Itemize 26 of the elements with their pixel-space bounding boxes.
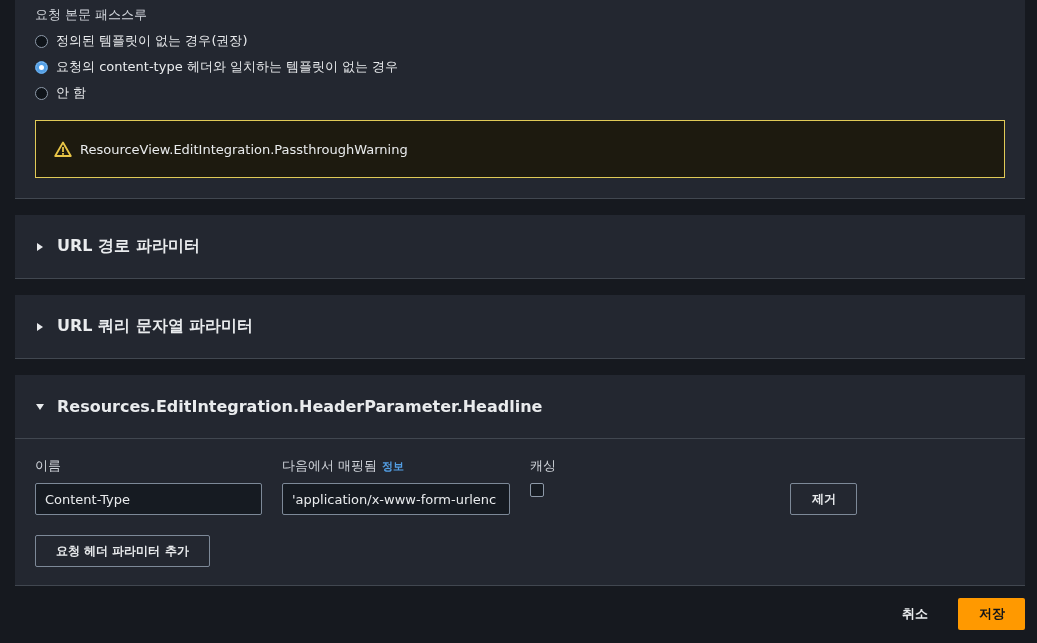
radio-button[interactable] (35, 86, 48, 100)
caching-checkbox[interactable] (530, 483, 544, 497)
mapped-from-column-label: 다음에서 매핑됨 (282, 457, 378, 475)
mapped-from-input[interactable]: 'application/x-www-form-urlenc (282, 483, 510, 515)
caret-icon (35, 321, 45, 332)
radio-button[interactable] (35, 60, 48, 74)
radio-label: 정의된 템플릿이 없는 경우(권장) (56, 32, 248, 50)
radio-button[interactable] (35, 34, 48, 48)
radio-label: 요청의 content-type 헤더와 일치하는 템플릿이 없는 경우 (56, 58, 399, 76)
warning-text: ResourceView.EditIntegration.PassthroughWarning (80, 141, 408, 157)
passthrough-label: 요청 본문 패스스루 (35, 6, 149, 24)
remove-button[interactable]: 제거 (790, 483, 857, 515)
name-input[interactable]: Content-Type (35, 483, 262, 515)
name-column-label: 이름 (35, 457, 62, 475)
caret-icon (35, 401, 45, 412)
add-header-button[interactable]: 요청 헤더 파라미터 추가 (35, 535, 210, 567)
warning-icon (54, 141, 72, 157)
cancel-button[interactable]: 취소 (890, 598, 940, 630)
save-button[interactable]: 저장 (958, 598, 1025, 630)
info-link[interactable]: 정보 (382, 459, 405, 474)
section-header[interactable]: URL 경로 파라미터 (15, 215, 1025, 278)
section-header[interactable]: URL 쿼리 문자열 파라미터 (15, 295, 1025, 358)
section-header[interactable]: Resources.EditIntegration.HeaderParameter.Headline (15, 375, 1025, 439)
caching-column-label: 캐싱 (530, 457, 557, 475)
caret-icon (35, 241, 45, 252)
radio-label: 안 함 (56, 84, 87, 102)
